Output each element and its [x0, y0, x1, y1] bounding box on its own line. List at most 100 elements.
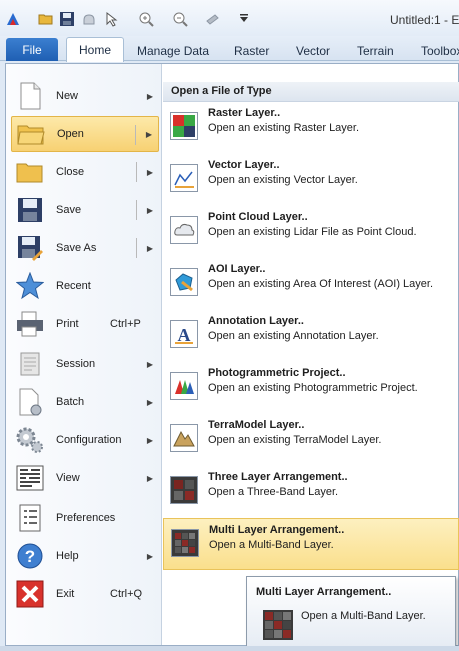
open-item-point-cloud-layer[interactable]: Point Cloud Layer.. Open an existing Lid…: [163, 206, 459, 258]
menu-item-save-as[interactable]: Save As ▶: [11, 230, 159, 266]
open-item-desc: Open an existing Lidar File as Point Clo…: [208, 226, 417, 238]
exit-icon: [15, 579, 45, 609]
open-item-desc: Open an existing TerraModel Layer.: [208, 434, 382, 446]
submenu-arrow-icon[interactable]: ▶: [147, 168, 153, 177]
save-as-icon: [15, 233, 45, 263]
open-item-desc: Open an existing Area Of Interest (AOI) …: [208, 278, 434, 290]
open-item-desc: Open a Three-Band Layer.: [208, 486, 339, 498]
open-item-title: Raster Layer..: [208, 107, 281, 119]
submenu-arrow-icon: ▶: [146, 397, 153, 407]
submenu-arrow-icon[interactable]: ▶: [146, 130, 152, 139]
menu-item-label: Close: [56, 166, 85, 178]
tab-manage-data[interactable]: Manage Data: [137, 40, 209, 61]
window-title: Untitled:1 - E: [390, 13, 459, 27]
menu-item-view[interactable]: View ▶: [11, 460, 159, 496]
pan-icon[interactable]: [81, 11, 97, 27]
photogrammetric-project-icon: [170, 372, 198, 400]
menu-item-open[interactable]: Open ▶: [11, 116, 159, 152]
view-icon: [15, 463, 45, 493]
menu-item-exit[interactable]: Exit Ctrl+Q: [11, 576, 159, 612]
open-item-photogrammetric-project[interactable]: Photogrammetric Project.. Open an existi…: [163, 362, 459, 414]
file-menu: New ▶ Open ▶ Close ▶ Save ▶ Save As ▶ Re…: [6, 64, 162, 645]
open-item-title: TerraModel Layer..: [208, 419, 305, 431]
submenu-arrow-icon: ▶: [146, 473, 153, 483]
menu-item-help[interactable]: ? Help ▶: [11, 538, 159, 574]
menu-item-configuration[interactable]: Configuration ▶: [11, 422, 159, 458]
tab-terrain[interactable]: Terrain: [357, 40, 394, 61]
tooltip-desc: Open a Multi-Band Layer.: [301, 610, 426, 622]
open-item-title: AOI Layer..: [208, 263, 266, 275]
file-tab[interactable]: File: [6, 38, 58, 61]
submenu-arrow-icon[interactable]: ▶: [147, 206, 153, 215]
menu-item-print[interactable]: Print Ctrl+P: [11, 306, 159, 342]
open-item-aoi-layer[interactable]: AOI Layer.. Open an existing Area Of Int…: [163, 258, 459, 310]
file-backstage: New ▶ Open ▶ Close ▶ Save ▶ Save As ▶ Re…: [5, 63, 459, 646]
open-item-multi-layer-arrangement[interactable]: Multi Layer Arrangement.. Open a Multi-B…: [163, 518, 459, 570]
customize-icon[interactable]: [236, 11, 252, 27]
tab-raster[interactable]: Raster: [234, 40, 269, 61]
open-item-annotation-layer[interactable]: A Annotation Layer.. Open an existing An…: [163, 310, 459, 362]
submenu-arrow-icon: ▶: [146, 435, 153, 445]
open-item-raster-layer[interactable]: Raster Layer.. Open an existing Raster L…: [163, 102, 459, 154]
multi-layer-arrangement-icon: [263, 610, 293, 640]
tab-vector[interactable]: Vector: [296, 40, 330, 61]
menu-item-shortcut: Ctrl+Q: [110, 588, 143, 600]
open-item-desc: Open an existing Raster Layer.: [208, 122, 360, 134]
select-icon[interactable]: [104, 11, 120, 27]
svg-text:?: ?: [25, 547, 35, 566]
menu-item-preferences[interactable]: Preferences: [11, 500, 159, 536]
menu-item-label: New: [56, 90, 79, 102]
app-logo-icon[interactable]: [5, 11, 21, 27]
split-divider: [136, 162, 137, 182]
menu-item-label: Save: [56, 204, 82, 216]
menu-item-label: Configuration: [56, 434, 122, 446]
inquire-icon[interactable]: [205, 11, 221, 27]
menu-item-close[interactable]: Close ▶: [11, 154, 159, 190]
tooltip: Multi Layer Arrangement.. Open a Multi-B…: [246, 576, 456, 648]
menu-item-label: Session: [56, 358, 96, 370]
aoi-layer-icon: [170, 268, 198, 296]
zoom-in-icon[interactable]: [138, 11, 154, 27]
menu-item-label: Preferences: [56, 512, 116, 524]
open-panel-header: Open a File of Type: [163, 82, 459, 102]
menu-item-shortcut: Ctrl+P: [110, 318, 141, 330]
vector-layer-icon: [170, 164, 198, 192]
open-folder-icon: [16, 119, 46, 149]
open-item-desc: Open an existing Photogrammetric Project…: [208, 382, 418, 394]
menu-item-recent[interactable]: Recent: [11, 268, 159, 304]
raster-layer-icon: [170, 112, 198, 140]
tab-toolbox[interactable]: Toolbox: [421, 40, 459, 61]
menu-item-new[interactable]: New ▶: [11, 78, 159, 114]
quick-access-toolbar: Untitled:1 - E: [0, 0, 459, 36]
open-item-desc: Open a Multi-Band Layer.: [209, 539, 334, 551]
ribbon-tab-bar: File Home Manage Data Raster Vector Terr…: [0, 36, 459, 62]
split-divider: [136, 200, 137, 220]
save-icon[interactable]: [59, 11, 75, 27]
open-item-terramodel-layer[interactable]: TerraModel Layer.. Open an existing Terr…: [163, 414, 459, 466]
submenu-arrow-icon: ▶: [146, 551, 153, 561]
submenu-arrow-icon: ▶: [146, 359, 153, 369]
submenu-arrow-icon[interactable]: ▶: [147, 244, 153, 253]
menu-item-label: Open: [57, 128, 84, 140]
printer-icon: [15, 309, 45, 339]
open-item-vector-layer[interactable]: Vector Layer.. Open an existing Vector L…: [163, 154, 459, 206]
open-item-title: Multi Layer Arrangement..: [209, 524, 345, 536]
menu-item-save[interactable]: Save ▶: [11, 192, 159, 228]
submenu-arrow-icon: ▶: [146, 91, 153, 101]
multi-layer-arrangement-icon: [171, 529, 199, 557]
menu-item-batch[interactable]: Batch ▶: [11, 384, 159, 420]
help-icon: ?: [15, 541, 45, 571]
menu-item-label: Recent: [56, 280, 91, 292]
annotation-layer-icon: A: [170, 320, 198, 348]
recent-star-icon: [15, 271, 45, 301]
open-item-desc: Open an existing Vector Layer.: [208, 174, 358, 186]
zoom-out-icon[interactable]: [172, 11, 188, 27]
split-divider: [135, 125, 136, 145]
open-item-three-layer-arrangement[interactable]: Three Layer Arrangement.. Open a Three-B…: [163, 466, 459, 518]
menu-item-session[interactable]: Session ▶: [11, 346, 159, 382]
open-item-title: Point Cloud Layer..: [208, 211, 308, 223]
preferences-icon: [15, 503, 45, 533]
menu-item-label: Save As: [56, 242, 97, 254]
tab-home[interactable]: Home: [66, 37, 125, 62]
open-folder-icon[interactable]: [38, 11, 54, 27]
